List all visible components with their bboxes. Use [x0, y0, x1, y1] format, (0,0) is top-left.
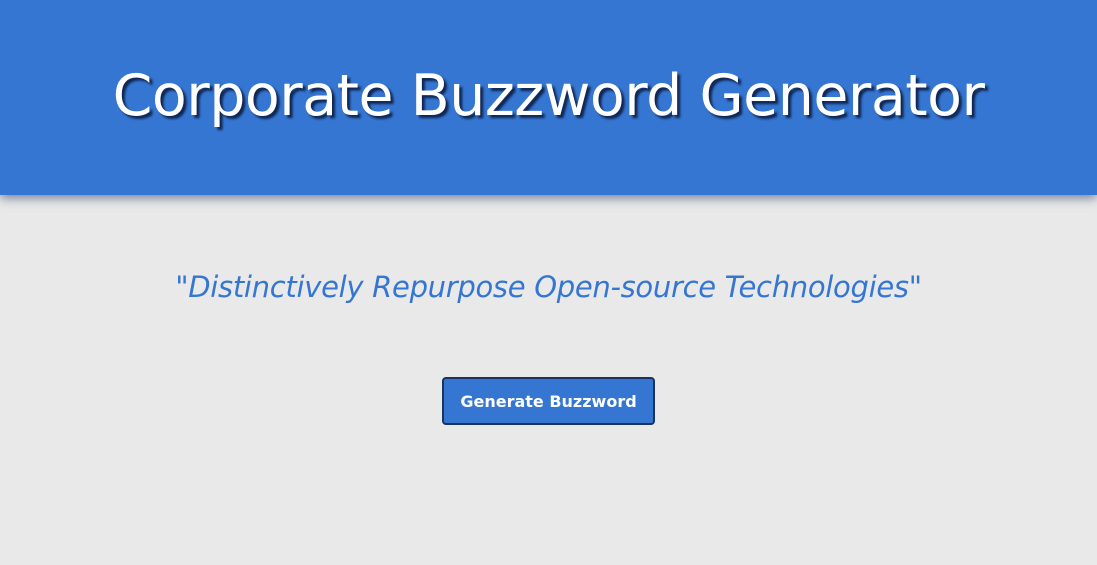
buzzword-text: "Distinctively Repurpose Open-source Tec…	[175, 270, 922, 304]
button-container: Generate Buzzword	[0, 377, 1097, 425]
generate-buzzword-button[interactable]: Generate Buzzword	[442, 377, 655, 425]
page: Corporate Buzzword Generator "Distinctiv…	[0, 0, 1097, 565]
header-banner: Corporate Buzzword Generator	[0, 0, 1097, 195]
page-title: Corporate Buzzword Generator	[112, 62, 985, 129]
